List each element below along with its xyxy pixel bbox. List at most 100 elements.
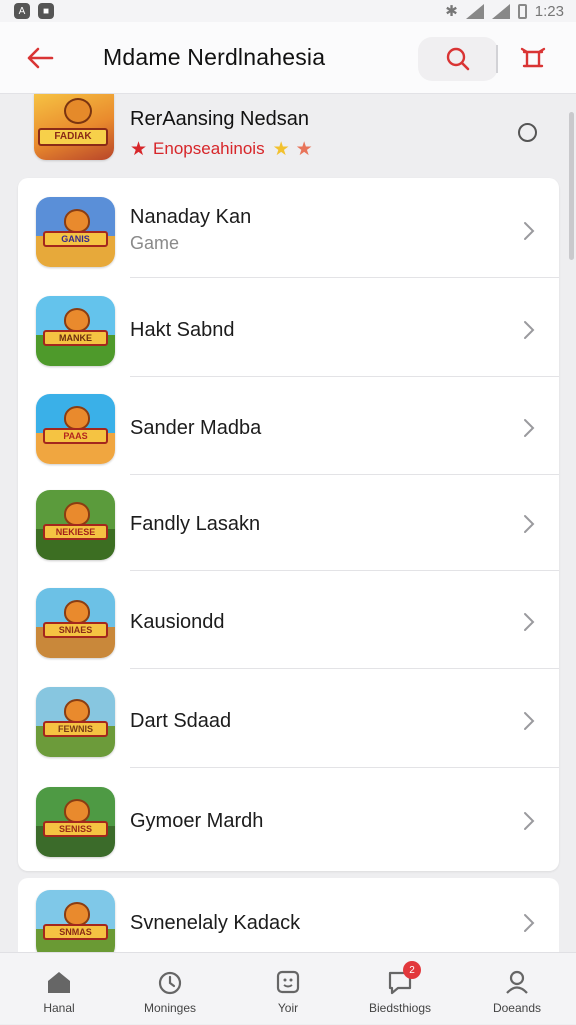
row-divider — [130, 570, 559, 571]
featured-item[interactable]: FADIAK RerAansing Nedsan ★ Enopseahinois… — [18, 94, 558, 176]
list-item-text: Gymoer Mardh — [130, 810, 263, 833]
row-divider — [130, 474, 559, 475]
game-icon: SNIAES — [36, 588, 115, 658]
mascot-icon — [64, 308, 90, 332]
chevron-right-icon — [518, 513, 540, 535]
game-icon-label: PAAS — [43, 428, 108, 444]
mascot-icon — [64, 799, 90, 823]
status-bar: A ■ ✱ 1:23 — [0, 0, 576, 22]
chevron-right-icon — [518, 220, 540, 242]
game-icon: MANKE — [36, 296, 115, 366]
back-arrow-icon — [27, 47, 54, 68]
scrollbar[interactable] — [569, 112, 574, 260]
list-item-text: Kausiondd — [130, 611, 225, 634]
list-item-title: Dart Sdaad — [130, 710, 232, 732]
list-item-text: Fandly Lasakn — [130, 513, 260, 536]
status-time: 1:23 — [534, 2, 564, 20]
nav-item[interactable]: Doeands — [467, 953, 567, 1025]
game-icon-label: FEWNIS — [43, 721, 108, 737]
row-divider — [130, 277, 559, 278]
nav-label: Yoir — [277, 1001, 299, 1015]
search-divider — [496, 45, 498, 73]
list-item[interactable]: SNIAES Kausiondd — [18, 575, 559, 669]
list-item[interactable]: SENISS Gymoer Mardh — [18, 774, 559, 868]
home-icon — [44, 967, 74, 997]
list-item-title: Gymoer Mardh — [130, 810, 264, 832]
game-icon: GANIS — [36, 197, 115, 267]
wifi-icon — [465, 3, 484, 19]
star-orange-icon: ★ — [295, 138, 313, 160]
nav-label: Doeands — [492, 1001, 542, 1015]
featured-thumb-label: FADIAK — [38, 128, 108, 146]
list-item-title: Hakt Sabnd — [130, 319, 235, 341]
list-item-text: Dart Sdaad — [130, 710, 231, 733]
back-button[interactable] — [20, 38, 60, 78]
list-item[interactable]: MANKE Hakt Sabnd — [18, 283, 559, 377]
mascot-icon — [64, 209, 90, 233]
featured-info: RerAansing Nedsan ★ Enopseahinois ★ ★ — [130, 108, 313, 159]
clock-icon — [155, 967, 185, 997]
game-icon: NEKIESE — [36, 490, 115, 560]
game-icon-label: MANKE — [43, 330, 108, 346]
featured-thumbnail: FADIAK — [34, 94, 114, 160]
list-item[interactable]: GANIS Nanaday Kan Game — [18, 184, 559, 278]
list-item[interactable]: NEKIESE Fandly Lasakn — [18, 477, 559, 571]
bottom-nav: Hanal Moninges Yoir 2 Biedsthiogs Doeands — [0, 952, 576, 1024]
notification-badge: 2 — [403, 961, 421, 979]
game-list: GANIS Nanaday Kan Game MANKE Hakt Sabnd PAAS S… — [18, 178, 559, 871]
battery-icon — [517, 3, 527, 19]
nav-label: Hanal — [43, 1001, 75, 1015]
nav-item[interactable]: Moninges — [120, 953, 220, 1025]
list-item-text: Sander Madba — [130, 417, 261, 440]
list-item-title: Nanaday Kan — [130, 206, 252, 228]
search-button[interactable] — [418, 37, 498, 81]
game-icon-label: NEKIESE — [43, 524, 108, 540]
app-notification-icon: A — [14, 3, 30, 19]
status-system-icons: ✱ 1:23 — [445, 2, 564, 21]
list-item-text: Nanaday Kan Game — [130, 206, 251, 254]
list-item[interactable]: FEWNIS Dart Sdaad — [18, 674, 559, 768]
camera-notification-icon: ■ — [38, 3, 54, 19]
nav-item[interactable]: Hanal — [9, 953, 109, 1025]
partial-icon-label: SNMAS — [43, 924, 108, 940]
row-divider — [130, 767, 559, 768]
cast-button[interactable] — [514, 39, 552, 79]
page-title: Mdame Nerdlnahesia — [103, 44, 326, 70]
game-icon-label: GANIS — [43, 231, 108, 247]
bluetooth-icon: ✱ — [445, 3, 458, 20]
list-item-title: Sander Madba — [130, 417, 262, 439]
list-item-partial[interactable]: SNMAS Svnenelaly Kadack — [18, 878, 559, 960]
chevron-right-icon — [518, 417, 540, 439]
featured-radio[interactable] — [518, 123, 537, 142]
list-item[interactable]: PAAS Sander Madba — [18, 381, 559, 475]
chevron-right-icon — [518, 710, 540, 732]
list-item-title: Kausiondd — [130, 611, 225, 633]
smiley-icon — [273, 967, 303, 997]
game-icon: SENISS — [36, 787, 115, 857]
chat-icon: 2 — [385, 961, 421, 997]
mascot-icon — [64, 406, 90, 430]
featured-title: RerAansing Nedsan — [130, 108, 309, 130]
game-icon: FEWNIS — [36, 687, 115, 757]
nav-item[interactable]: Yoir — [238, 953, 338, 1025]
partial-item-icon: SNMAS — [36, 890, 115, 960]
nav-item[interactable]: 2 Biedsthiogs — [350, 953, 450, 1025]
nav-label: Moninges — [143, 1001, 197, 1015]
star-red-icon: ★ — [130, 138, 148, 160]
list-item-text: Hakt Sabnd — [130, 319, 235, 342]
chevron-right-icon — [518, 810, 540, 832]
row-divider — [130, 376, 559, 377]
nav-label: Biedsthiogs — [368, 1001, 432, 1015]
featured-subtitle: Enopseahinois — [153, 139, 265, 158]
signal-icon — [491, 3, 510, 19]
status-notification-icons: A ■ — [14, 3, 54, 19]
cast-icon — [520, 47, 546, 68]
mascot-icon — [64, 502, 90, 526]
list-item-title: Fandly Lasakn — [130, 513, 261, 535]
featured-rating: ★ Enopseahinois ★ ★ — [130, 139, 313, 159]
star-gold-icon: ★ — [272, 138, 290, 160]
chevron-right-icon — [518, 319, 540, 341]
game-icon: PAAS — [36, 394, 115, 464]
partial-item-title: Svnenelaly Kadack — [130, 912, 301, 934]
chevron-right-icon — [518, 611, 540, 633]
